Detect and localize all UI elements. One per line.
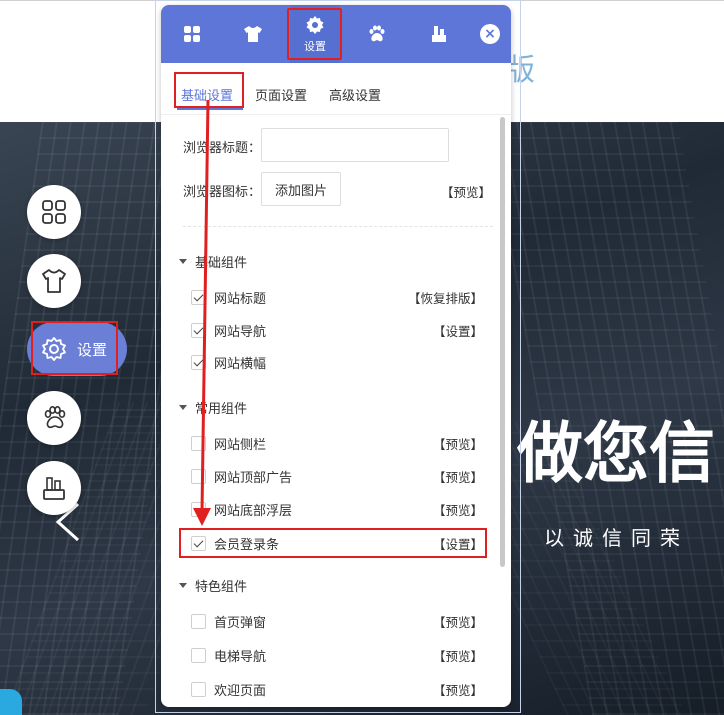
tool-icon — [432, 26, 446, 42]
preview-link[interactable]: 【预览】 — [433, 434, 483, 453]
list-item: 网站顶部广告 【预览】 — [191, 466, 483, 486]
dock-plugins-button[interactable] — [27, 391, 81, 445]
list-item: 欢迎页面 【预览】 — [191, 679, 483, 699]
add-image-button[interactable]: 添加图片 — [261, 172, 341, 206]
dock-tools-button[interactable] — [27, 461, 81, 515]
list-item-label: 首页弹窗 — [214, 615, 267, 631]
caret-down-icon — [179, 259, 187, 264]
section-title: 特色组件 — [195, 580, 248, 595]
preview-link[interactable]: 【预览】 — [433, 467, 483, 486]
shirt-icon — [42, 269, 66, 293]
list-item: 网站导航 【设置】 — [191, 320, 483, 340]
section-title: 基础组件 — [195, 256, 248, 271]
panel-tab-tools[interactable] — [414, 5, 464, 63]
browser-icon-preview-link[interactable]: 【预览】 — [441, 182, 491, 201]
subtab-page-settings[interactable]: 页面设置 — [255, 85, 307, 104]
grid-icon — [184, 26, 200, 42]
list-item-label: 网站横幅 — [214, 356, 267, 372]
hero-title: 做您信 — [517, 415, 715, 492]
checkbox[interactable] — [191, 435, 206, 451]
panel-tab-components[interactable] — [167, 5, 217, 63]
checkbox[interactable] — [191, 501, 206, 517]
hero-subtitle: 以诚信同荣 — [544, 526, 689, 550]
preview-link[interactable]: 【预览】 — [433, 612, 483, 631]
section-divider — [183, 226, 493, 227]
settings-subtabs: 基础设置 页面设置 高级设置 — [161, 63, 511, 115]
subtab-advanced-settings[interactable]: 高级设置 — [329, 85, 381, 104]
restore-layout-link[interactable]: 【恢复排版】 — [408, 288, 483, 307]
close-icon[interactable]: × — [480, 24, 500, 44]
list-item: 首页弹窗 【预览】 — [191, 611, 483, 631]
annotation-highlight-box — [287, 8, 342, 60]
list-item: 网站侧栏 【预览】 — [191, 433, 483, 453]
checkbox[interactable] — [191, 322, 206, 338]
subtab-active-indicator — [177, 108, 243, 110]
annotation-highlight-box — [174, 72, 244, 108]
settings-link[interactable]: 【设置】 — [433, 321, 483, 340]
list-item: 网站标题 【恢复排版】 — [191, 287, 483, 307]
section-common-components[interactable]: 常用组件 — [179, 398, 247, 417]
browser-icon-label: 浏览器图标： — [183, 185, 262, 200]
paw-icon — [369, 25, 385, 42]
grid-icon — [42, 200, 66, 224]
list-item-label: 网站标题 — [214, 291, 267, 307]
panel-tab-plugins[interactable] — [352, 5, 402, 63]
list-item: 网站底部浮层 【预览】 — [191, 499, 483, 519]
list-item-label: 欢迎页面 — [214, 683, 267, 699]
shirt-icon — [244, 26, 262, 42]
caret-down-icon — [179, 583, 187, 588]
list-item: 电梯导航 【预览】 — [191, 645, 483, 665]
checkbox[interactable] — [191, 354, 206, 370]
caret-down-icon — [179, 405, 187, 410]
checkbox[interactable] — [191, 613, 206, 629]
panel-scrollbar[interactable] — [500, 117, 505, 567]
list-item-label: 网站底部浮层 — [214, 503, 293, 519]
tool-icon — [43, 477, 65, 500]
section-basic-components[interactable]: 基础组件 — [179, 252, 247, 271]
paw-icon — [44, 405, 66, 429]
checkbox[interactable] — [191, 289, 206, 305]
checkbox[interactable] — [191, 468, 206, 484]
checkbox[interactable] — [191, 647, 206, 663]
list-item-label: 网站顶部广告 — [214, 470, 293, 486]
annotation-highlight-box — [31, 321, 118, 375]
browser-title-input[interactable] — [261, 128, 449, 162]
panel-header: 设置 × — [161, 5, 511, 63]
dock-theme-button[interactable] — [27, 254, 81, 308]
preview-link[interactable]: 【预览】 — [433, 500, 483, 519]
list-item-label: 电梯导航 — [214, 649, 267, 665]
browser-title-label: 浏览器标题： — [183, 141, 262, 156]
floating-badge[interactable] — [0, 689, 22, 715]
dock-components-button[interactable] — [27, 185, 81, 239]
panel-tab-theme[interactable] — [228, 5, 278, 63]
checkbox[interactable] — [191, 681, 206, 697]
preview-link[interactable]: 【预览】 — [433, 680, 483, 699]
list-item-label: 网站侧栏 — [214, 437, 267, 453]
settings-panel: 设置 × 基础设置 页面设置 高级设置 浏览器标题： 浏览器图标： 添加图片 【… — [161, 5, 511, 707]
list-item: 网站横幅 — [191, 352, 483, 372]
list-item-label: 网站导航 — [214, 324, 267, 340]
annotation-highlight-box — [179, 528, 487, 558]
preview-link[interactable]: 【预览】 — [433, 646, 483, 665]
section-featured-components[interactable]: 特色组件 — [179, 576, 247, 595]
section-title: 常用组件 — [195, 402, 248, 417]
